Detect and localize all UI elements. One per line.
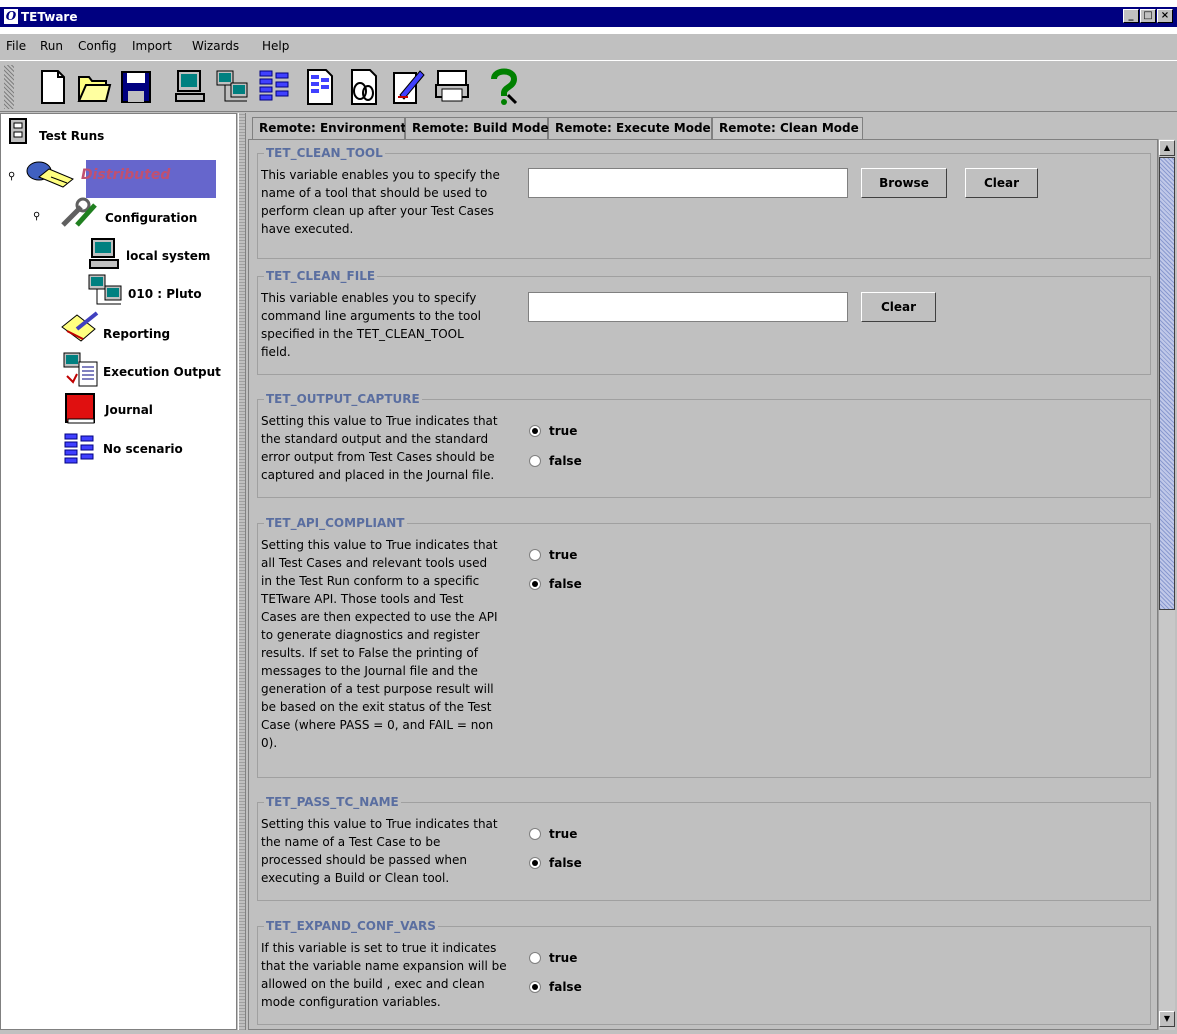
test-runs-tree: Test Runs ⚲ Distributed ⚲ Configuration … bbox=[0, 113, 237, 1030]
section-clean-tool: TET_CLEAN_TOOL This variable enables you… bbox=[257, 146, 1151, 259]
split-pane-divider[interactable] bbox=[238, 113, 246, 1030]
radio-label: false bbox=[549, 454, 582, 468]
maximize-button[interactable]: □ bbox=[1140, 9, 1156, 23]
close-button[interactable]: × bbox=[1157, 9, 1173, 23]
toolbar-grip[interactable] bbox=[4, 65, 14, 109]
distributed-icon bbox=[23, 157, 77, 196]
reporting-icon bbox=[59, 311, 101, 348]
menu-help[interactable]: Help bbox=[262, 39, 289, 53]
radio-unselected-indicator bbox=[529, 828, 541, 840]
minimize-button[interactable]: _ bbox=[1123, 9, 1139, 23]
radio-label: false bbox=[549, 577, 582, 591]
radio-selected-indicator bbox=[529, 425, 541, 437]
tab-remote-environment[interactable]: Remote: Environment bbox=[252, 117, 406, 139]
menu-file[interactable]: File bbox=[6, 39, 26, 53]
local-system-icon[interactable] bbox=[172, 67, 208, 107]
app-logo-icon[interactable]: O bbox=[4, 9, 18, 24]
remote-system-computer-icon bbox=[88, 274, 124, 311]
save-icon[interactable] bbox=[118, 67, 154, 107]
clean-tool-input[interactable] bbox=[528, 168, 848, 198]
tree-item-distributed[interactable]: Distributed bbox=[81, 167, 170, 183]
section-expand-conf-vars: TET_EXPAND_CONF_VARS If this variable is… bbox=[257, 919, 1151, 1025]
tab-remote-build-mode[interactable]: Remote: Build Mode bbox=[405, 117, 549, 139]
tree-item-configuration[interactable]: Configuration bbox=[105, 210, 197, 226]
filing-cabinet-icon bbox=[8, 118, 30, 149]
new-file-icon[interactable] bbox=[34, 67, 70, 107]
configuration-tools-icon bbox=[59, 197, 101, 232]
print-icon[interactable] bbox=[434, 67, 470, 107]
section-description: Setting this value to True indicates tha… bbox=[261, 817, 498, 885]
open-folder-icon[interactable] bbox=[76, 67, 112, 107]
clear-button[interactable]: Clear bbox=[861, 292, 936, 322]
tree-item-remote-system[interactable]: 010 : Pluto bbox=[128, 286, 202, 302]
tree-item-journal[interactable]: Journal bbox=[105, 402, 153, 418]
menu-import[interactable]: Import bbox=[132, 39, 172, 53]
scroll-up-button[interactable]: ▲ bbox=[1159, 140, 1175, 156]
section-title: TET_EXPAND_CONF_VARS bbox=[264, 919, 438, 933]
vertical-scrollbar[interactable]: ▲ ▼ bbox=[1158, 139, 1175, 1030]
menu-wizards[interactable]: Wizards bbox=[192, 39, 239, 53]
radio-label: true bbox=[549, 548, 578, 562]
radio-label: false bbox=[549, 856, 582, 870]
remote-system-icon[interactable] bbox=[214, 67, 250, 107]
clean-file-input[interactable] bbox=[528, 292, 848, 322]
section-title: TET_CLEAN_FILE bbox=[264, 269, 378, 283]
window-title: TETware bbox=[21, 10, 78, 24]
section-title: TET_PASS_TC_NAME bbox=[264, 795, 401, 809]
radio-label: true bbox=[549, 951, 578, 965]
scenario-file-icon[interactable] bbox=[302, 67, 338, 107]
tree-item-execution-output[interactable]: Execution Output bbox=[103, 364, 221, 380]
clean-mode-panel: TET_CLEAN_TOOL This variable enables you… bbox=[248, 139, 1158, 1030]
section-description: If this variable is set to true it indic… bbox=[261, 941, 507, 1009]
tree-item-no-scenario[interactable]: No scenario bbox=[103, 441, 183, 457]
clear-button[interactable]: Clear bbox=[965, 168, 1038, 198]
section-title: TET_CLEAN_TOOL bbox=[264, 146, 385, 160]
section-title: TET_API_COMPLIANT bbox=[264, 516, 407, 530]
radio-unselected-indicator bbox=[529, 455, 541, 467]
scenario-tree-icon bbox=[63, 432, 97, 469]
scroll-down-button[interactable]: ▼ bbox=[1159, 1011, 1175, 1027]
section-description: This variable enables you to specify the… bbox=[261, 168, 500, 236]
scenario-icon[interactable] bbox=[256, 67, 292, 107]
title-bar-background: O TETware _ □ × bbox=[0, 7, 1177, 27]
section-pass-tc-name: TET_PASS_TC_NAME Setting this value to T… bbox=[257, 795, 1151, 901]
section-description: Setting this value to True indicates tha… bbox=[261, 538, 498, 750]
section-title: TET_OUTPUT_CAPTURE bbox=[264, 392, 422, 406]
journal-book-icon bbox=[64, 392, 98, 429]
tab-remote-execute-mode[interactable]: Remote: Execute Mode bbox=[548, 117, 712, 139]
section-output-capture: TET_OUTPUT_CAPTURE Setting this value to… bbox=[257, 392, 1151, 498]
tree-item-local-system[interactable]: local system bbox=[126, 248, 210, 264]
menu-bar: File Run Config Import Wizards Help bbox=[0, 35, 1177, 57]
toolbar bbox=[0, 60, 1177, 112]
journal-report-icon[interactable] bbox=[346, 67, 382, 107]
section-description: This variable enables you to specify com… bbox=[261, 291, 482, 359]
radio-label: false bbox=[549, 980, 582, 994]
radio-unselected-indicator bbox=[529, 549, 541, 561]
radio-selected-indicator bbox=[529, 857, 541, 869]
local-system-computer-icon bbox=[88, 238, 120, 273]
window-title-bar: O TETware _ □ × bbox=[0, 0, 1177, 34]
radio-selected-indicator bbox=[529, 578, 541, 590]
tab-remote-clean-mode[interactable]: Remote: Clean Mode bbox=[712, 117, 863, 139]
browse-button[interactable]: Browse bbox=[861, 168, 947, 198]
section-description: Setting this value to True indicates tha… bbox=[261, 414, 498, 482]
menu-config[interactable]: Config bbox=[78, 39, 117, 53]
radio-label: true bbox=[549, 424, 578, 438]
tree-expand-handle[interactable]: ⚲ bbox=[8, 171, 15, 182]
execution-output-icon bbox=[63, 352, 103, 391]
radio-selected-indicator bbox=[529, 981, 541, 993]
scroll-thumb[interactable] bbox=[1159, 157, 1175, 610]
section-clean-file: TET_CLEAN_FILE This variable enables you… bbox=[257, 269, 1151, 375]
menu-run[interactable]: Run bbox=[40, 39, 63, 53]
tree-item-test-runs[interactable]: Test Runs bbox=[39, 128, 104, 144]
tree-expand-handle-configuration[interactable]: ⚲ bbox=[33, 211, 40, 222]
edit-report-icon[interactable] bbox=[390, 67, 426, 107]
tree-item-reporting[interactable]: Reporting bbox=[103, 326, 170, 342]
section-api-compliant: TET_API_COMPLIANT Setting this value to … bbox=[257, 516, 1151, 778]
radio-unselected-indicator bbox=[529, 952, 541, 964]
radio-label: true bbox=[549, 827, 578, 841]
help-icon[interactable] bbox=[486, 67, 522, 107]
